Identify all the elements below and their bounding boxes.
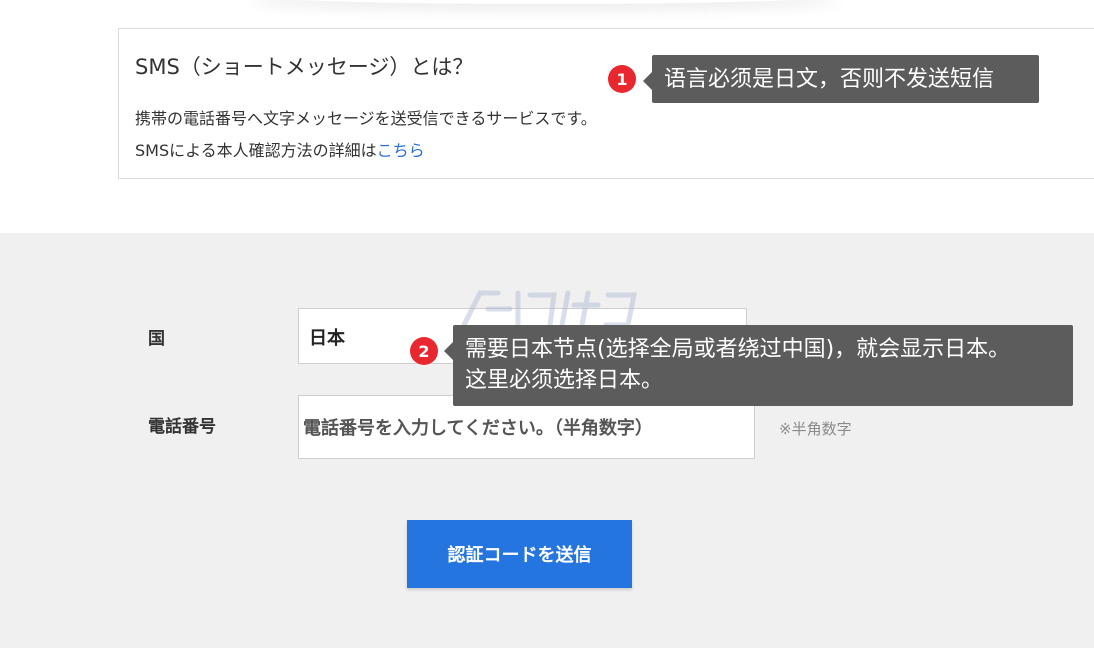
- annotation-1-line-1: 语言必须是日文，否则不发送短信: [664, 67, 995, 92]
- sms-info-title: SMS（ショートメッセージ）とは？: [135, 55, 474, 79]
- sms-info-box: SMS（ショートメッセージ）とは？ 携帯の電話番号へ文字メッセージを送受信できる…: [118, 28, 1094, 179]
- header-shadow: [250, 0, 840, 4]
- sms-detail-line: SMSによる本人確認方法の詳細はこちら: [135, 137, 425, 161]
- country-label: 国: [148, 329, 165, 349]
- sms-detail-link[interactable]: こちら: [377, 141, 425, 160]
- annotation-2-line-1: 需要日本节点(选择全局或者绕过中国)，就会显示日本。: [465, 337, 1011, 362]
- page: SMS（ショートメッセージ）とは？ 携帯の電話番号へ文字メッセージを送受信できる…: [0, 0, 1094, 648]
- annotation-badge-1: 1: [608, 65, 636, 93]
- phone-label: 電話番号: [148, 417, 216, 437]
- annotation-2-line-2: 这里必须选择日本。: [465, 368, 664, 393]
- phone-number-placeholder: 電話番号を入力してください。（半角数字）: [303, 418, 653, 439]
- sms-detail-text: SMSによる本人確認方法の詳細は: [135, 141, 377, 160]
- annotation-badge-2: 2: [410, 337, 438, 365]
- annotation-tooltip-2: 需要日本节点(选择全局或者绕过中国)，就会显示日本。 这里必须选择日本。: [444, 325, 1073, 406]
- phone-format-note: ※半角数字: [779, 420, 852, 438]
- country-select-value: 日本: [309, 328, 345, 349]
- annotation-tooltip-1: 语言必须是日文，否则不发送短信: [643, 55, 1039, 103]
- send-verification-code-button[interactable]: 認証コードを送信: [407, 520, 632, 588]
- sms-info-description: 携帯の電話番号へ文字メッセージを送受信できるサービスです。: [135, 109, 597, 128]
